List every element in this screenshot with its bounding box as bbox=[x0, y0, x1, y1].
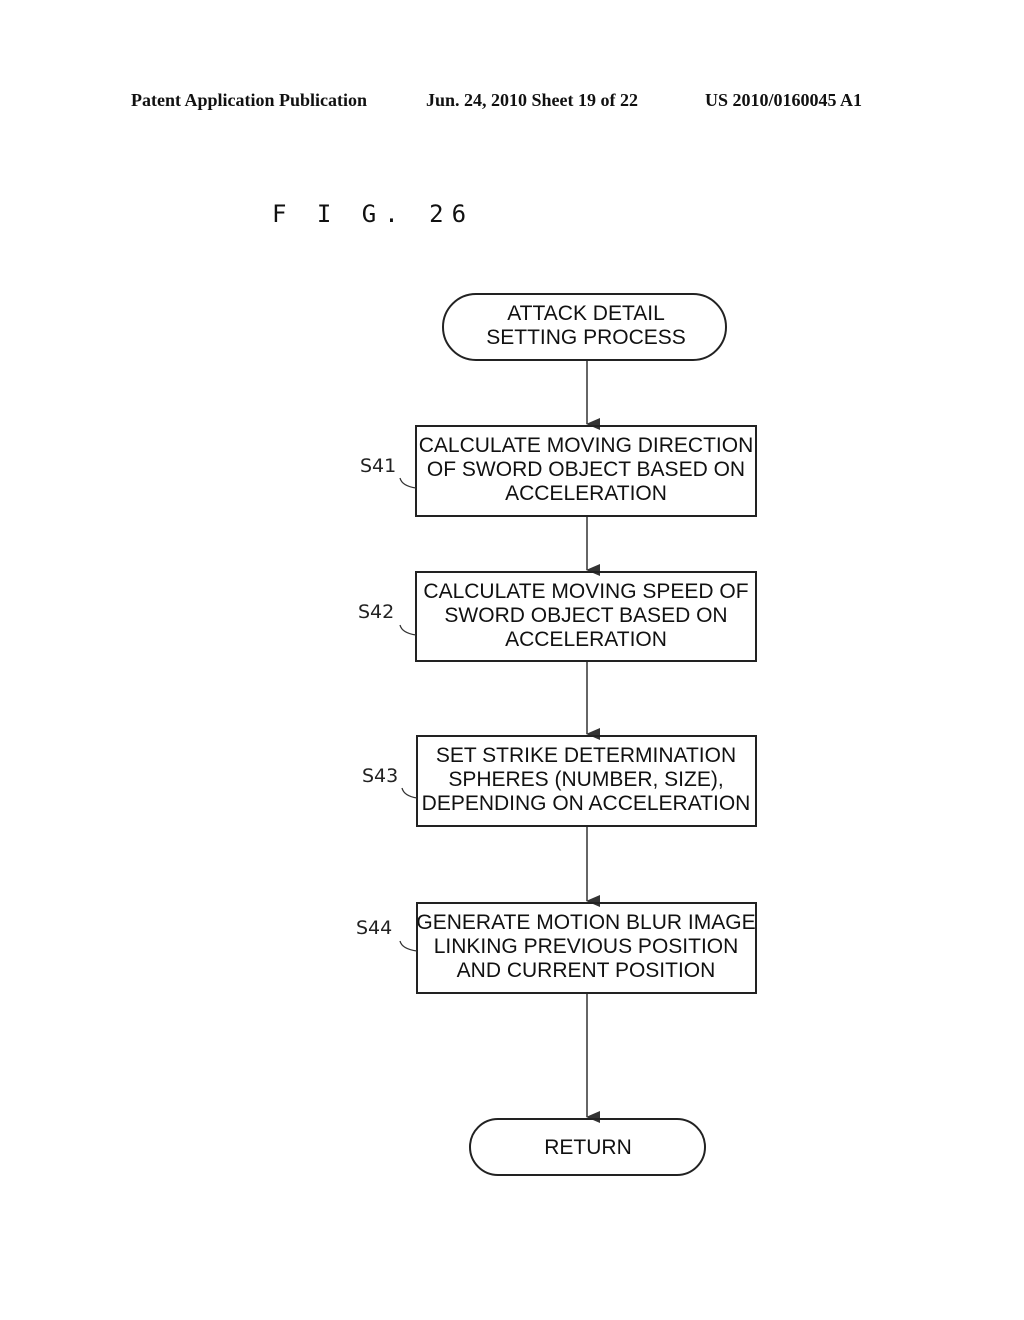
s42-line-3: ACCELERATION bbox=[505, 628, 667, 651]
s41-line-1: CALCULATE MOVING DIRECTION bbox=[419, 434, 753, 457]
leader-s42 bbox=[399, 624, 417, 636]
leader-s41 bbox=[399, 477, 417, 489]
s41-line-2: OF SWORD OBJECT BASED ON bbox=[427, 458, 745, 481]
s44-line-2: LINKING PREVIOUS POSITION bbox=[434, 935, 739, 958]
s41-line-3: ACCELERATION bbox=[505, 482, 667, 505]
s43-line-1: SET STRIKE DETERMINATION bbox=[436, 744, 736, 767]
flowchart: ATTACK DETAIL SETTING PROCESS CALCULATE … bbox=[356, 293, 757, 1176]
leader-s44 bbox=[399, 940, 418, 952]
step-label-s42: S42 bbox=[358, 601, 394, 623]
start-line-2: SETTING PROCESS bbox=[486, 326, 686, 349]
end-label: RETURN bbox=[544, 1136, 632, 1159]
s43-line-3: DEPENDING ON ACCELERATION bbox=[422, 792, 751, 815]
start-line-1: ATTACK DETAIL bbox=[507, 302, 665, 325]
step-label-s41: S41 bbox=[360, 455, 396, 477]
s44-line-1: GENERATE MOTION BLUR IMAGE bbox=[416, 911, 755, 934]
s42-line-1: CALCULATE MOVING SPEED OF bbox=[423, 580, 748, 603]
s42-line-2: SWORD OBJECT BASED ON bbox=[444, 604, 727, 627]
s43-line-2: SPHERES (NUMBER, SIZE), bbox=[448, 768, 723, 791]
s44-line-3: AND CURRENT POSITION bbox=[457, 959, 716, 982]
step-label-s43: S43 bbox=[362, 765, 398, 787]
leader-s43 bbox=[401, 787, 418, 799]
step-label-s44: S44 bbox=[356, 917, 392, 939]
